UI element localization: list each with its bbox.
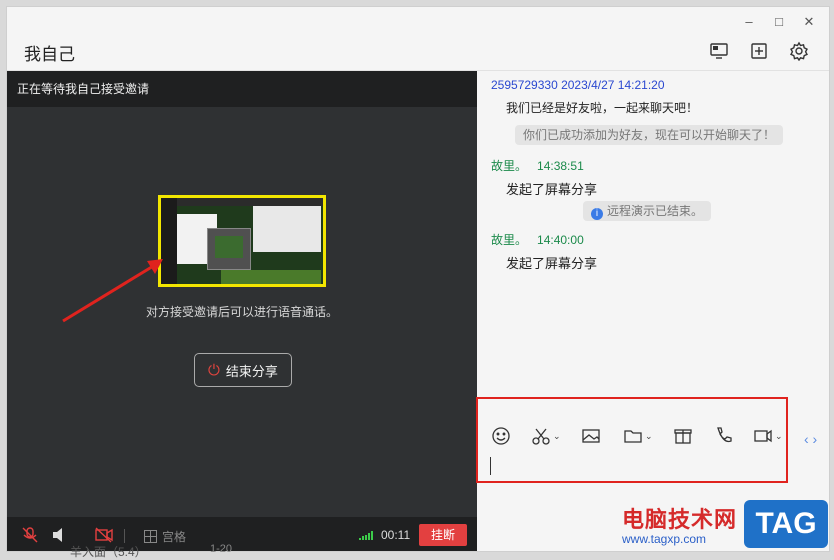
system-notice: 你们已成功添加为好友，现在可以开始聊天了！ xyxy=(515,125,784,145)
message-header: 故里。 14:38:51 xyxy=(491,157,584,174)
settings-icon[interactable] xyxy=(789,41,811,63)
watermark-site: 电脑技术网 xyxy=(622,507,738,532)
end-share-label: 结束分享 xyxy=(225,363,278,379)
camera-off-icon[interactable] xyxy=(95,527,113,543)
message-text: 发起了屏幕分享 xyxy=(506,182,598,197)
info-icon: i xyxy=(591,208,603,220)
grid-icon xyxy=(144,530,157,543)
screen-share-panel: 正在等待我自己接受邀请 对方接受邀请后可以进行语音通话。 ⏻ 结束分享 宫格 0… xyxy=(7,71,477,551)
message-time: 14:38:51 xyxy=(537,159,584,173)
message-text: 发起了屏幕分享 xyxy=(506,256,598,271)
minimize-icon[interactable]: – xyxy=(738,11,760,33)
message-header: 2595729330 2023/4/27 14:21:20 xyxy=(491,78,665,92)
mic-muted-icon[interactable] xyxy=(21,527,39,543)
background-list-time: 1-20 xyxy=(210,543,233,555)
window-title: 我自己 xyxy=(24,45,75,64)
watermark-url: www.tagxp.com xyxy=(622,532,707,546)
sender-name: 故里。 xyxy=(491,159,528,173)
voice-call-hint: 对方接受邀请后可以进行语音通话。 xyxy=(145,305,338,319)
call-timer: 00:11 xyxy=(381,528,411,542)
grid-label: 宫格 xyxy=(162,530,187,544)
message-time: 14:40:00 xyxy=(537,233,584,247)
hangup-button[interactable]: 挂断 xyxy=(419,524,467,546)
power-icon: ⏻ xyxy=(208,361,220,379)
signal-strength-icon xyxy=(359,531,373,540)
maximize-icon[interactable]: □ xyxy=(768,11,790,33)
share-status: 正在等待我自己接受邀请 xyxy=(7,71,477,107)
toolbar-scroll-arrows[interactable]: ‹ › xyxy=(804,431,817,447)
title-bar: – □ ✕ 我自己 xyxy=(7,7,829,71)
sender-name: 故里。 xyxy=(491,233,528,247)
end-share-button[interactable]: ⏻ 结束分享 xyxy=(194,353,292,387)
divider xyxy=(124,529,125,543)
background-list-item: 羊入面（5.4） xyxy=(70,545,147,559)
message-header: 故里。 14:40:00 xyxy=(491,231,584,248)
annotation-highlight-box xyxy=(476,397,788,483)
watermark-tag-logo: TAG xyxy=(744,500,828,548)
screen-share-icon[interactable] xyxy=(709,41,731,63)
close-icon[interactable]: ✕ xyxy=(798,11,820,33)
speaker-icon[interactable] xyxy=(51,527,69,543)
screen-preview-thumbnail[interactable] xyxy=(158,195,326,287)
grid-view-button[interactable]: 宫格 xyxy=(144,528,186,545)
add-member-icon[interactable] xyxy=(749,41,771,63)
message-text: 我们已经是好友啦，一起来聊天吧！ xyxy=(506,101,699,115)
system-notice: i 远程演示已结束。 xyxy=(583,201,712,221)
